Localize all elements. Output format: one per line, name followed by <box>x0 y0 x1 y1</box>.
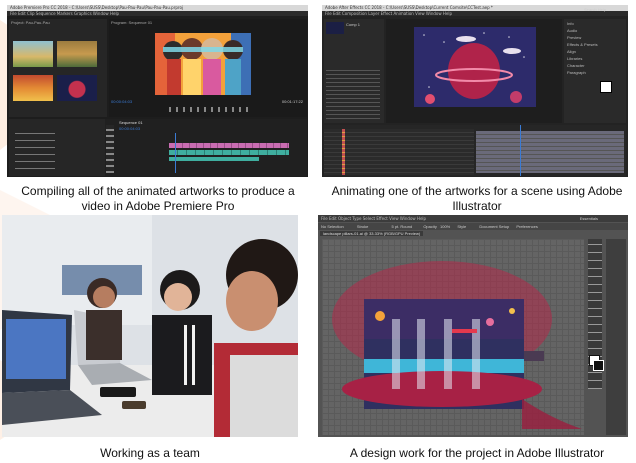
team-photo <box>2 215 298 437</box>
program-monitor[interactable]: Program: Sequence 01 00:00:04:03 00:01:1… <box>109 19 307 117</box>
ae-right-panels[interactable]: Search Help Info Audio Preview Effects &… <box>564 7 626 123</box>
ai-document-setup-button[interactable]: Document Setup <box>479 224 509 229</box>
team-photo-illustration <box>2 215 298 437</box>
ae-comp-thumbnail <box>326 22 344 34</box>
caption-premiere-line2: video in Adobe Premiere Pro <box>81 199 235 213</box>
ai-opacity-value[interactable]: 100% <box>440 224 450 229</box>
ae-panel-tab[interactable]: Paragraph <box>567 70 623 77</box>
ai-style-label[interactable]: Style <box>457 224 466 229</box>
clip-thumbnail[interactable] <box>57 41 97 67</box>
program-preview-frame <box>155 33 251 95</box>
program-panel-title: Program: Sequence 01 <box>111 20 153 25</box>
caption-after-effects-line1: Animating one of the artworks for a scen… <box>331 184 623 198</box>
caption-team: Working as a team <box>100 446 200 460</box>
ai-stroke-swatch[interactable] <box>593 360 604 371</box>
timeline-panel[interactable]: Sequence 01 00:00:04:03 <box>9 119 307 176</box>
ae-timeline[interactable] <box>324 125 626 176</box>
ae-current-time-indicator[interactable] <box>520 125 521 176</box>
caption-after-effects-line2: Illustrator <box>452 199 502 213</box>
premiere-menu-bar[interactable]: File Edit Clip Sequence Markers Graphics… <box>7 11 308 16</box>
clip-thumbnail[interactable] <box>13 41 53 67</box>
ae-panel-tab[interactable]: Effects & Presets <box>567 42 623 49</box>
ai-stroke-label[interactable]: Stroke <box>357 224 369 229</box>
ae-layer-list[interactable] <box>324 129 474 175</box>
project-panel[interactable]: Project: Pau-Pau-Pau <box>9 19 107 117</box>
tools-panel[interactable] <box>106 125 114 173</box>
clip-thumbnail[interactable] <box>13 75 53 101</box>
ae-color-swatch[interactable] <box>600 81 612 93</box>
sequence-timecode: 00:00:04:03 <box>119 126 141 131</box>
ae-comp-name: Comp 1 <box>346 22 361 27</box>
timeline-clips-video[interactable] <box>169 143 289 148</box>
folder-list[interactable] <box>15 129 55 169</box>
timeline-clips-audio[interactable] <box>169 150 289 155</box>
ai-no-selection: No Selection <box>321 224 344 229</box>
ae-panel-tab[interactable]: Character <box>567 63 623 70</box>
ai-opacity-label[interactable]: Opacity <box>423 224 437 229</box>
ae-panel-tab-list[interactable]: Info Audio Preview Effects & Presets Ali… <box>567 21 623 77</box>
ae-panel-tab[interactable]: Align <box>567 49 623 56</box>
caption-premiere-line1: Compiling all of the animated artworks t… <box>21 184 295 198</box>
after-effects-screenshot: Adobe After Effects CC 2018 - C:\Users\S… <box>322 5 628 177</box>
ae-search-help[interactable]: Search Help <box>584 7 606 12</box>
ae-track-bars[interactable] <box>476 131 624 173</box>
transport-controls[interactable] <box>169 107 249 112</box>
clip-thumbnail[interactable] <box>57 75 97 101</box>
ai-brush-basic[interactable]: 5 pt. Round <box>392 224 413 229</box>
ai-panel-strip[interactable] <box>606 239 626 435</box>
ae-menu-bar[interactable]: File Edit Composition Layer Effect Anima… <box>322 11 628 16</box>
ae-panel-tab[interactable]: Info <box>567 21 623 28</box>
ae-panel-tab[interactable]: Audio <box>567 28 623 35</box>
ae-project-panel[interactable]: Comp 1 <box>324 19 384 123</box>
ai-artwork <box>332 261 582 429</box>
caption-illustrator: A design work for the project in Adobe I… <box>349 446 605 460</box>
ai-control-bar[interactable]: No Selection Stroke 5 pt. Round Opacity … <box>318 223 628 230</box>
sequence-tab[interactable]: Sequence 01 <box>119 120 143 125</box>
ai-workspace-label[interactable]: Essentials <box>580 216 598 221</box>
program-timecode-left: 00:00:04:03 <box>111 99 133 104</box>
premiere-pro-screenshot: Adobe Premiere Pro CC 2018 - C:\Users\SU… <box>7 5 308 177</box>
ai-artboard-canvas[interactable] <box>322 239 584 435</box>
illustrator-screenshot: File Edit Object Type Select Effect View… <box>318 215 628 437</box>
caption-after-effects: Animating one of the artworks for a scen… <box>318 184 636 214</box>
timeline-clips-audio-2[interactable] <box>169 157 259 161</box>
ae-comp-artwork <box>414 27 536 107</box>
media-browser[interactable] <box>9 119 105 176</box>
ae-panel-tab[interactable]: Libraries <box>567 56 623 63</box>
ae-panel-tab[interactable]: Preview <box>567 35 623 42</box>
caption-premiere: Compiling all of the animated artworks t… <box>0 184 316 214</box>
program-timecode-right: 00:01:17:22 <box>281 99 303 104</box>
ai-document-tab[interactable]: landscape pillars-01.ai @ 33.33% (RGB/GP… <box>320 231 424 236</box>
ae-project-items[interactable] <box>326 67 380 121</box>
project-panel-title: Project: Pau-Pau-Pau <box>11 20 50 25</box>
playhead[interactable] <box>175 133 176 173</box>
ai-preferences-button[interactable]: Preferences <box>516 224 538 229</box>
ae-layer-labels <box>342 129 345 175</box>
ae-composition-viewer[interactable] <box>386 19 562 123</box>
